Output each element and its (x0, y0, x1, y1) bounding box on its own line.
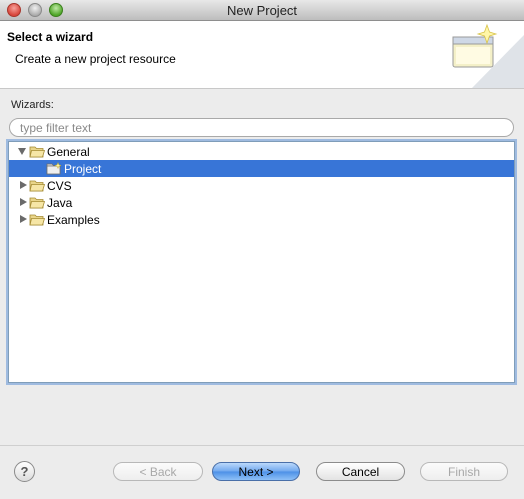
window-title: New Project (226, 3, 298, 18)
window-titlebar: New Project (0, 0, 524, 21)
tree-item-label: General (47, 145, 90, 159)
tree-item-label: Java (47, 196, 73, 210)
cancel-button[interactable]: Cancel (316, 462, 405, 481)
help-button[interactable]: ? (14, 461, 35, 482)
folder-open-icon (29, 146, 45, 158)
disclosure-closed-icon[interactable] (20, 198, 27, 206)
wizards-label: Wizards: (11, 99, 54, 111)
wizard-tree[interactable]: General Project CVS Java Examples (8, 141, 515, 383)
folder-icon (29, 214, 45, 226)
wizard-header: Select a wizard Create a new project res… (0, 21, 524, 89)
tree-item-label: CVS (47, 179, 72, 193)
folder-icon (29, 180, 45, 192)
finish-button[interactable]: Finish (420, 462, 508, 481)
disclosure-closed-icon[interactable] (20, 215, 27, 223)
disclosure-open-icon[interactable] (18, 148, 26, 155)
tree-item-cvs[interactable]: CVS (9, 177, 514, 194)
back-button[interactable]: < Back (113, 462, 203, 481)
footer-divider (0, 445, 524, 446)
tree-item-general[interactable]: General (9, 143, 514, 160)
tree-item-java[interactable]: Java (9, 194, 514, 211)
page-description: Create a new project resource (15, 52, 176, 66)
tree-item-project[interactable]: Project (9, 160, 514, 177)
folder-icon (29, 197, 45, 209)
tree-item-label: Examples (47, 213, 100, 227)
page-title: Select a wizard (7, 30, 94, 44)
next-button[interactable]: Next > (212, 462, 300, 481)
tree-item-label: Project (64, 162, 102, 176)
project-icon (46, 162, 62, 175)
tree-item-examples[interactable]: Examples (9, 211, 514, 228)
filter-input[interactable] (9, 118, 514, 137)
wizard-window-sparkle-icon (452, 23, 524, 88)
disclosure-closed-icon[interactable] (20, 181, 27, 189)
